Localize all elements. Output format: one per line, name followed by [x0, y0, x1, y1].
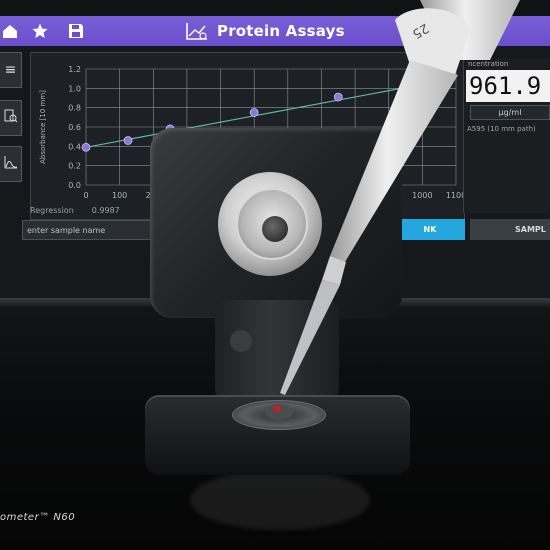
y-tick-label: 1.0: [68, 84, 81, 93]
menu-icon: ≡: [4, 62, 17, 78]
optical-lens-center: [262, 216, 288, 242]
device-reflection: [190, 470, 370, 530]
sample-name-input[interactable]: enter sample name: [22, 220, 152, 240]
app-title: Protein Assays: [217, 22, 345, 40]
y-tick-label: 0.0: [68, 181, 81, 190]
sample-droplet: [273, 406, 281, 412]
chart-icon: [185, 21, 209, 41]
unit-select[interactable]: µg/ml: [470, 105, 550, 120]
y-axis-label: Absorbance [10 mm]: [39, 90, 47, 164]
display-bezel: [0, 0, 550, 16]
menu-button[interactable]: ≡: [0, 52, 22, 88]
search-document-button[interactable]: [0, 100, 22, 136]
data-point: [81, 142, 91, 152]
peak-curve-button[interactable]: [0, 146, 22, 182]
search-document-icon: [4, 109, 18, 127]
y-tick-label: 0.8: [68, 104, 81, 113]
save-icon[interactable]: [66, 21, 86, 41]
regression-value: 0.9987: [91, 206, 120, 215]
data-point: [123, 136, 133, 145]
app-header: Protein Assays: [0, 16, 550, 46]
app-title-group: Protein Assays: [185, 20, 345, 42]
y-tick-label: 1.2: [68, 65, 81, 74]
y-tick-label: 0.6: [68, 123, 81, 132]
data-point: [249, 108, 259, 117]
result-label: ncentration: [468, 60, 509, 68]
sample-button[interactable]: SAMPL: [470, 219, 550, 240]
regression-label: Regression: [30, 206, 74, 215]
home-icon[interactable]: [0, 21, 20, 41]
peak-curve-icon: [4, 155, 18, 173]
concentration-value: 961.9: [466, 70, 550, 102]
blank-button[interactable]: NK: [395, 219, 465, 240]
y-tick-label: 0.2: [68, 162, 81, 171]
device-neck: [215, 300, 339, 400]
x-tick-label: 100: [112, 191, 127, 200]
star-icon[interactable]: [30, 21, 50, 41]
arm-knob: [230, 330, 252, 352]
brand-label: ometer™ N60: [0, 512, 76, 523]
x-tick-label: 0: [83, 191, 88, 200]
x-tick-label: 1000: [412, 191, 432, 200]
y-tick-label: 0.4: [68, 142, 81, 151]
data-point: [333, 92, 343, 102]
data-point: [417, 79, 427, 88]
method-label: A595 (10 mm path): [467, 125, 536, 133]
